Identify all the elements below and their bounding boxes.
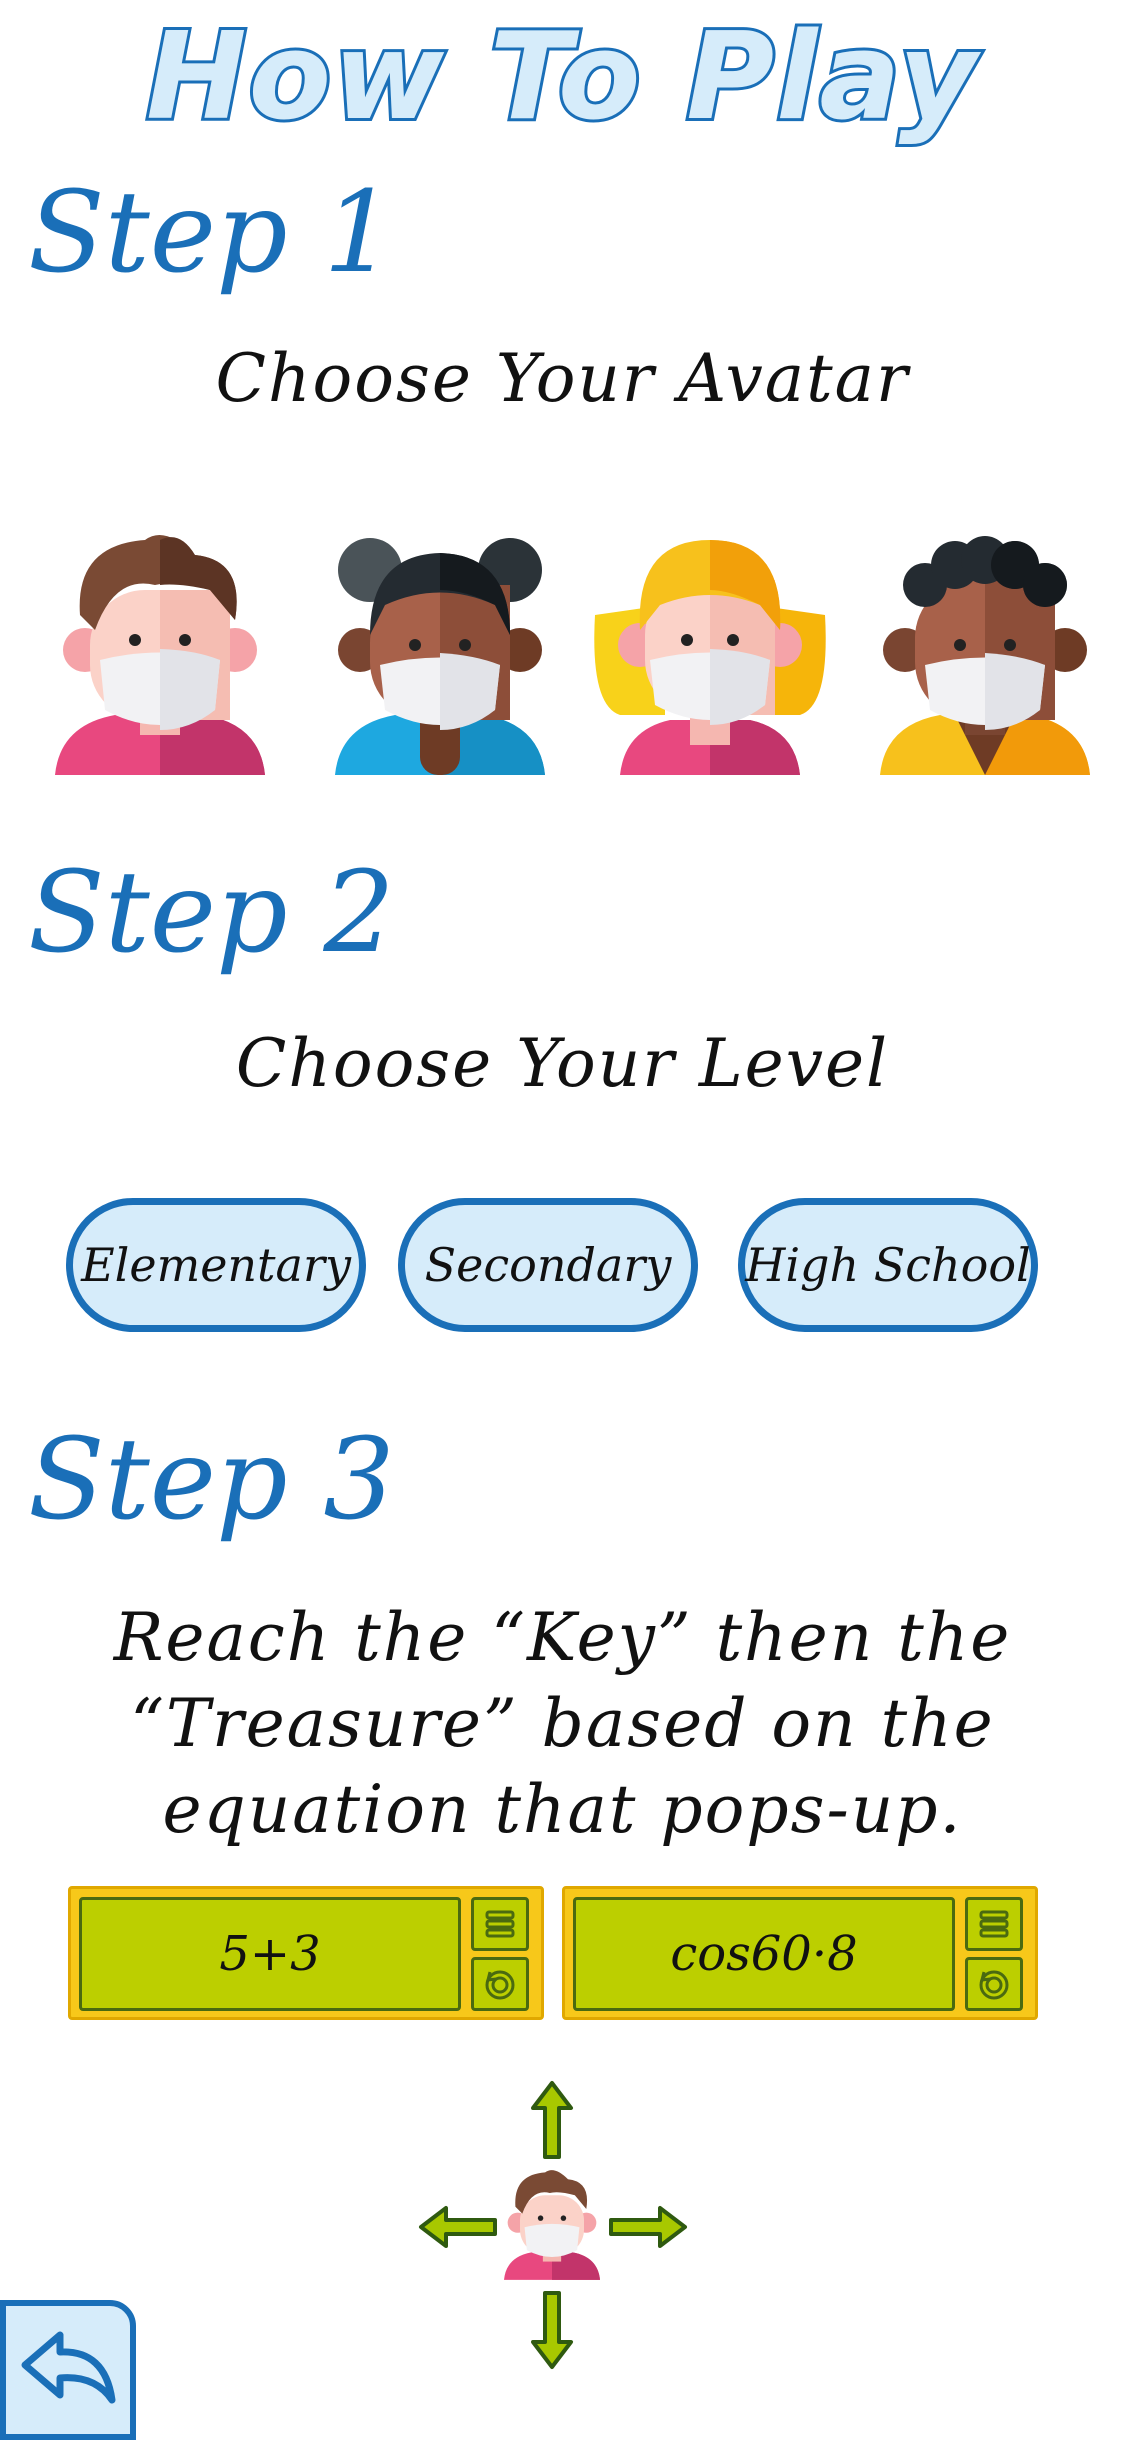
arrow-right-icon[interactable] [608,2205,688,2249]
arrow-down-icon[interactable] [530,2290,574,2370]
menu-icon[interactable] [471,1897,529,1951]
boy-avatar-icon[interactable] [55,535,265,775]
equation-panel: 5+3 [68,1886,544,2020]
menu-icon[interactable] [965,1897,1023,1951]
curly-boy-avatar-icon[interactable] [880,535,1090,775]
step-1-label: Step 1 [28,168,395,298]
girl-buns-avatar-icon[interactable] [335,535,545,775]
refresh-icon[interactable] [965,1957,1023,2011]
level-elementary-button[interactable]: Elementary [66,1198,366,1332]
level-secondary-button[interactable]: Secondary [398,1198,698,1332]
step-2-label: Step 2 [28,848,395,978]
arrow-left-icon[interactable] [418,2205,498,2249]
step-3-instruction: Reach the “Key” then the “Treasure” base… [113,1599,1012,1848]
player-avatar-icon [504,2170,600,2280]
back-arrow-icon [21,2331,116,2404]
page-title: How To Play [143,5,980,150]
equation-panel: cos60·8 [562,1886,1038,2020]
blonde-girl-avatar-icon[interactable] [590,535,830,775]
refresh-icon[interactable] [471,1957,529,2011]
level-high-school-button[interactable]: High School [738,1198,1038,1332]
equation-display: cos60·8 [573,1897,955,2011]
equation-display: 5+3 [79,1897,461,2011]
step-1-subtitle: Choose Your Avatar [215,340,910,417]
arrow-up-icon[interactable] [530,2080,574,2160]
back-button[interactable] [0,2300,136,2440]
step-2-subtitle: Choose Your Level [235,1025,890,1102]
step-3-label: Step 3 [28,1415,395,1545]
